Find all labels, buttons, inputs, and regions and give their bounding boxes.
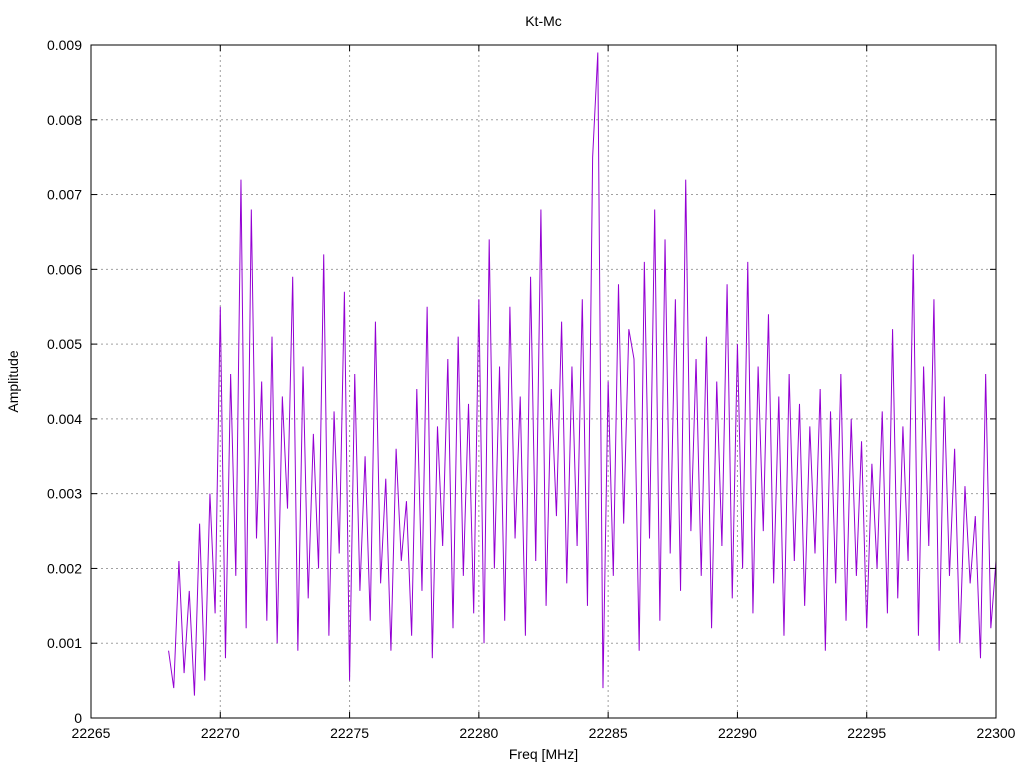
y-tick-label: 0.007	[47, 187, 82, 203]
y-tick-labels: 0 0.001 0.002 0.003 0.004 0.005 0.006 0.007 0.00…	[47, 37, 82, 726]
x-tick-label: 22270	[201, 725, 240, 741]
y-tick-label: 0.003	[47, 486, 82, 502]
y-tick-label: 0.008	[47, 112, 82, 128]
x-tick-label: 22290	[718, 725, 757, 741]
series-line	[168, 52, 997, 696]
y-tick-label: 0.002	[47, 560, 82, 576]
chart-title: Kt-Mc	[525, 13, 562, 29]
y-tick-label: 0.009	[47, 37, 82, 53]
x-axis-label: Freq [MHz]	[509, 746, 578, 762]
y-tick-label: 0.001	[47, 635, 82, 651]
x-tick-label: 22285	[589, 725, 628, 741]
y-tick-label: 0.004	[47, 411, 82, 427]
y-tick-label: 0.006	[47, 261, 82, 277]
x-tick-label: 22280	[459, 725, 498, 741]
y-axis-label: Amplitude	[5, 350, 21, 412]
y-tick-label: 0	[74, 710, 82, 726]
y-tick-label: 0.005	[47, 336, 82, 352]
chart: 22265 22270 22275 22280 22285 22290 22295 22300…	[5, 13, 1016, 762]
x-tick-label: 22265	[72, 725, 111, 741]
x-tick-label: 22300	[977, 725, 1016, 741]
plot-area	[168, 52, 997, 696]
x-tick-labels: 22265 22270 22275 22280 22285 22290 22295 22300	[72, 725, 1016, 741]
x-tick-label: 22295	[847, 725, 886, 741]
x-tick-label: 22275	[330, 725, 369, 741]
